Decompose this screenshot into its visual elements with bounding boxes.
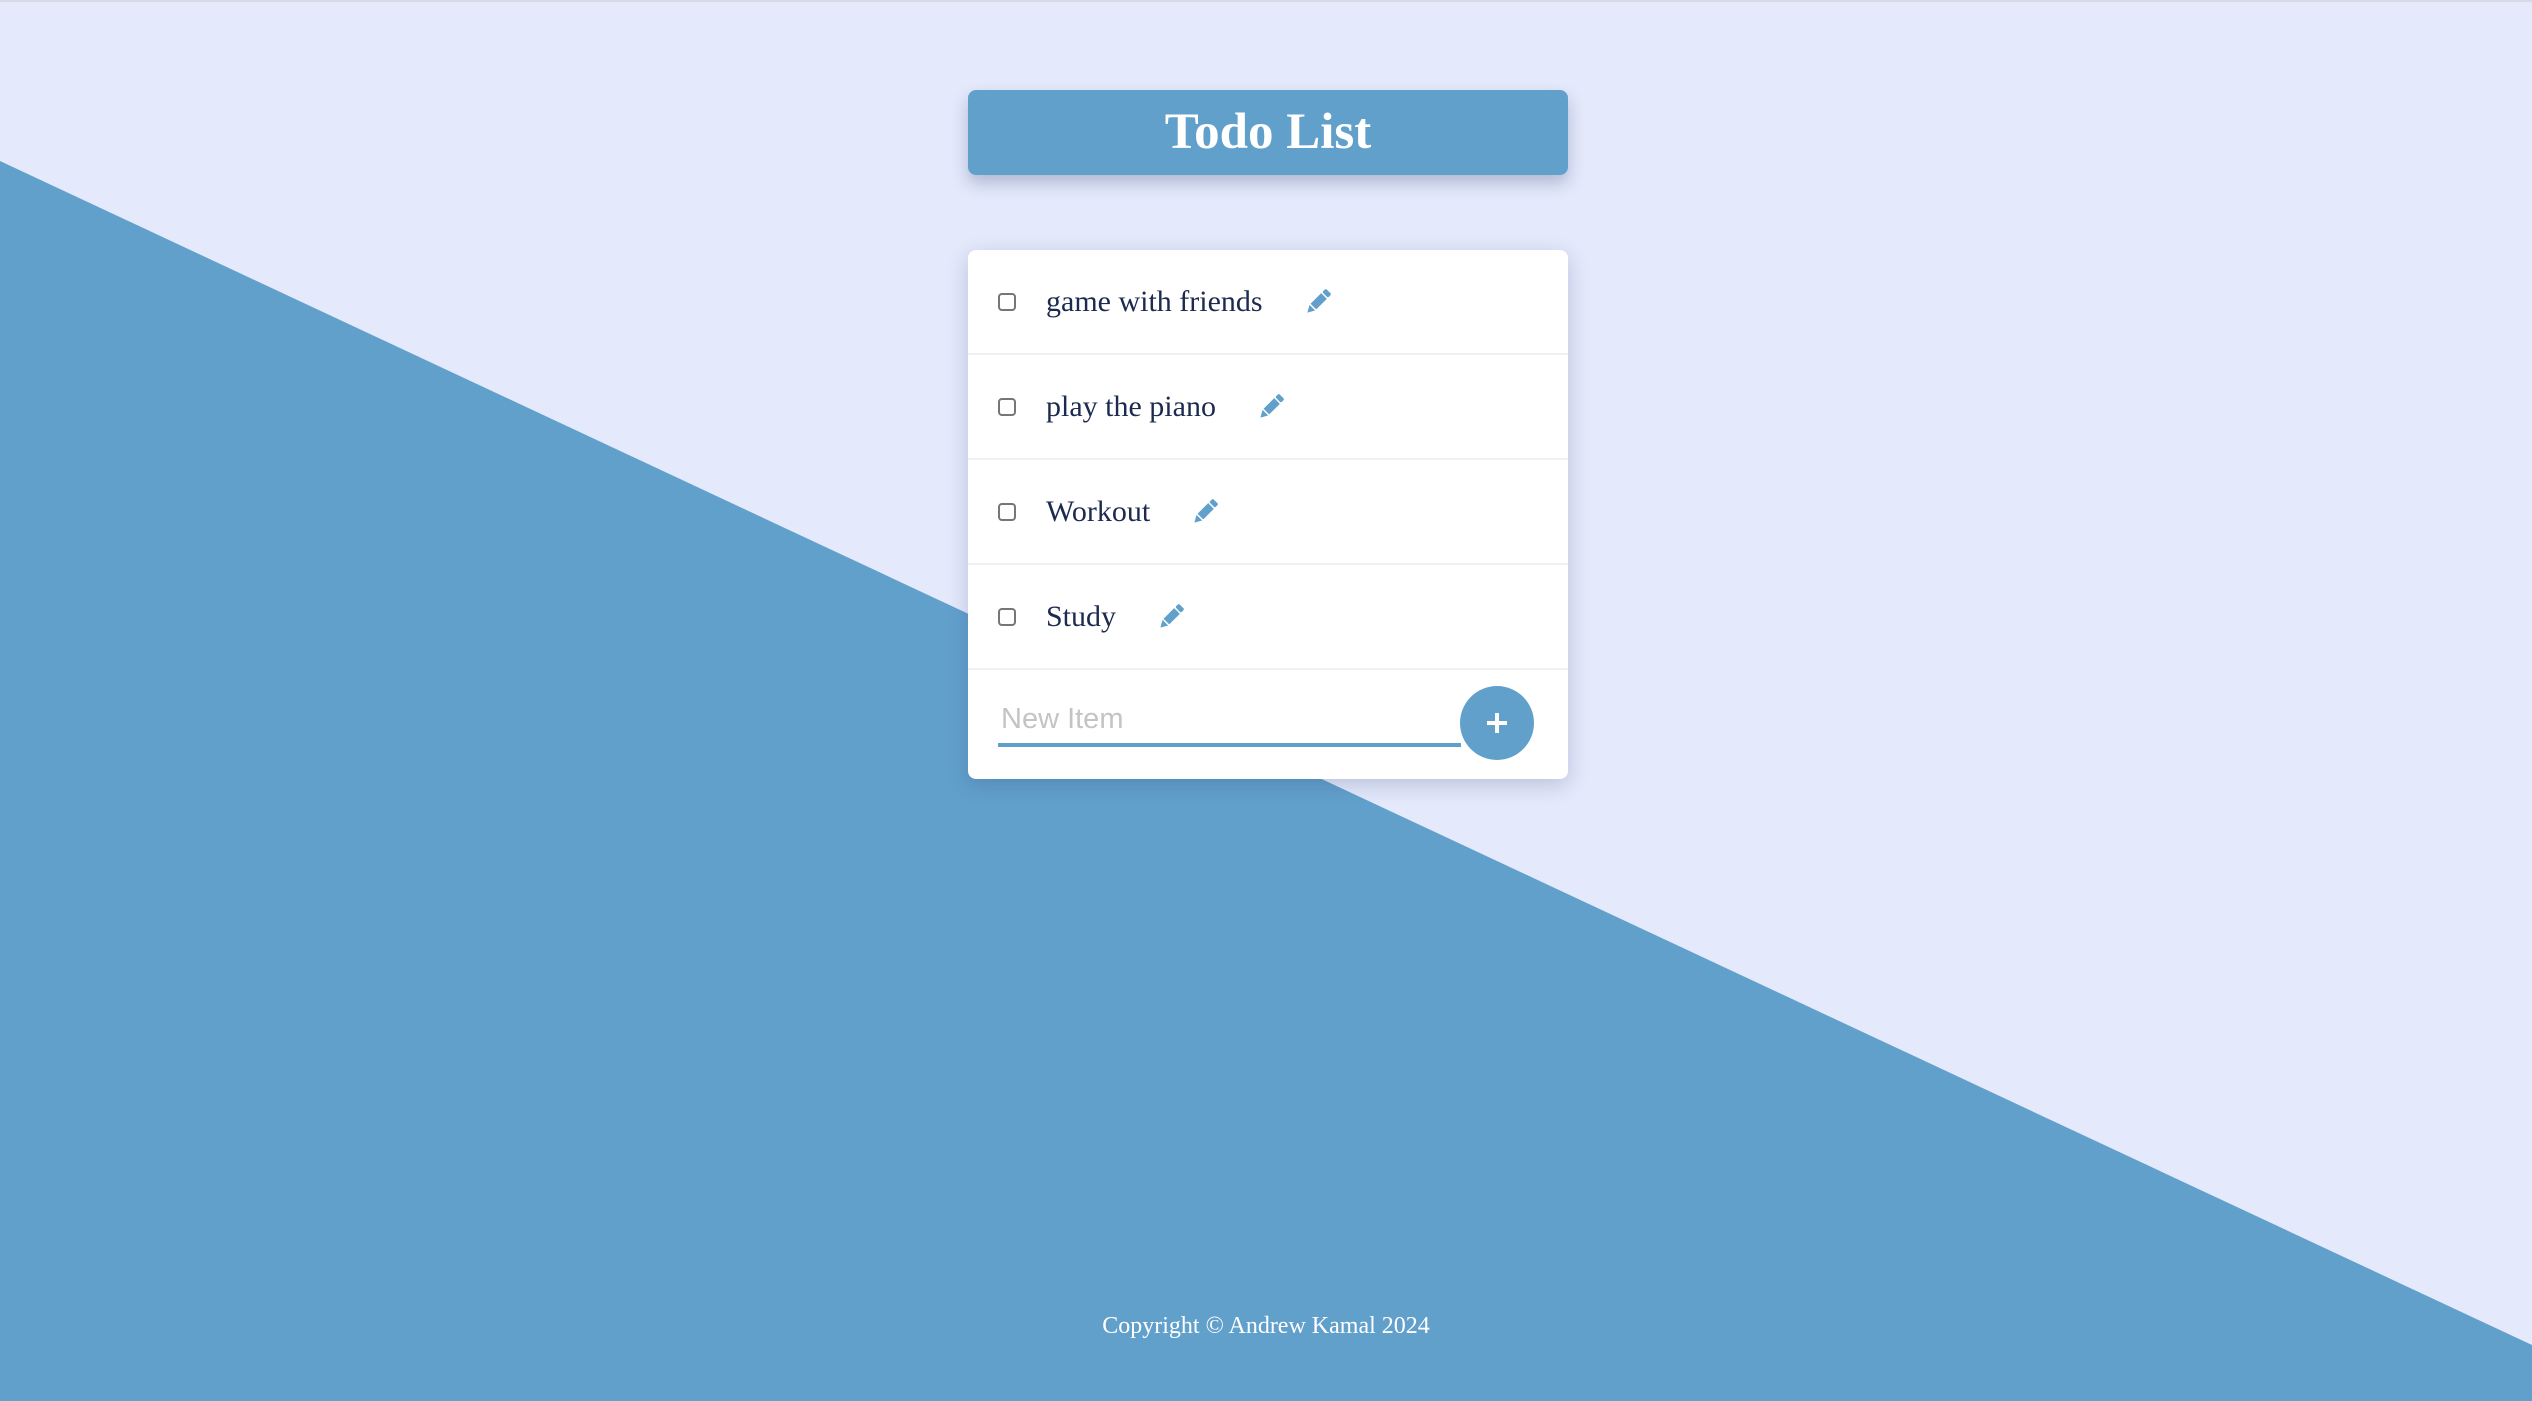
- page-title: Todo List: [1164, 104, 1372, 160]
- plus-icon: [1487, 713, 1507, 733]
- todo-item-text: Workout: [1046, 494, 1151, 528]
- todo-item: Workout: [968, 460, 1568, 565]
- add-item-button[interactable]: [1460, 686, 1534, 760]
- new-item-row: [968, 670, 1568, 776]
- todo-item: play the piano: [968, 355, 1568, 460]
- footer: Copyright © Andrew Kamal 2024: [0, 1313, 2532, 1340]
- copyright-text: Copyright © Andrew Kamal 2024: [1102, 1313, 1430, 1339]
- header-banner: Todo List: [968, 90, 1568, 175]
- new-item-input[interactable]: [998, 695, 1461, 747]
- todo-checkbox[interactable]: [998, 502, 1016, 521]
- todo-item-text: play the piano: [1046, 389, 1216, 423]
- pencil-icon[interactable]: [1301, 285, 1335, 319]
- todo-card: game with friends play the piano Workout…: [968, 250, 1568, 779]
- todo-checkbox[interactable]: [998, 292, 1016, 311]
- todo-item-text: game with friends: [1046, 284, 1263, 318]
- todo-checkbox[interactable]: [998, 607, 1016, 626]
- todo-checkbox[interactable]: [998, 397, 1016, 416]
- pencil-icon[interactable]: [1254, 390, 1288, 424]
- todo-item: game with friends: [968, 250, 1568, 355]
- todo-item-text: Study: [1046, 599, 1117, 633]
- todo-item: Study: [968, 565, 1568, 670]
- pencil-icon[interactable]: [1154, 600, 1188, 634]
- pencil-icon[interactable]: [1188, 495, 1222, 529]
